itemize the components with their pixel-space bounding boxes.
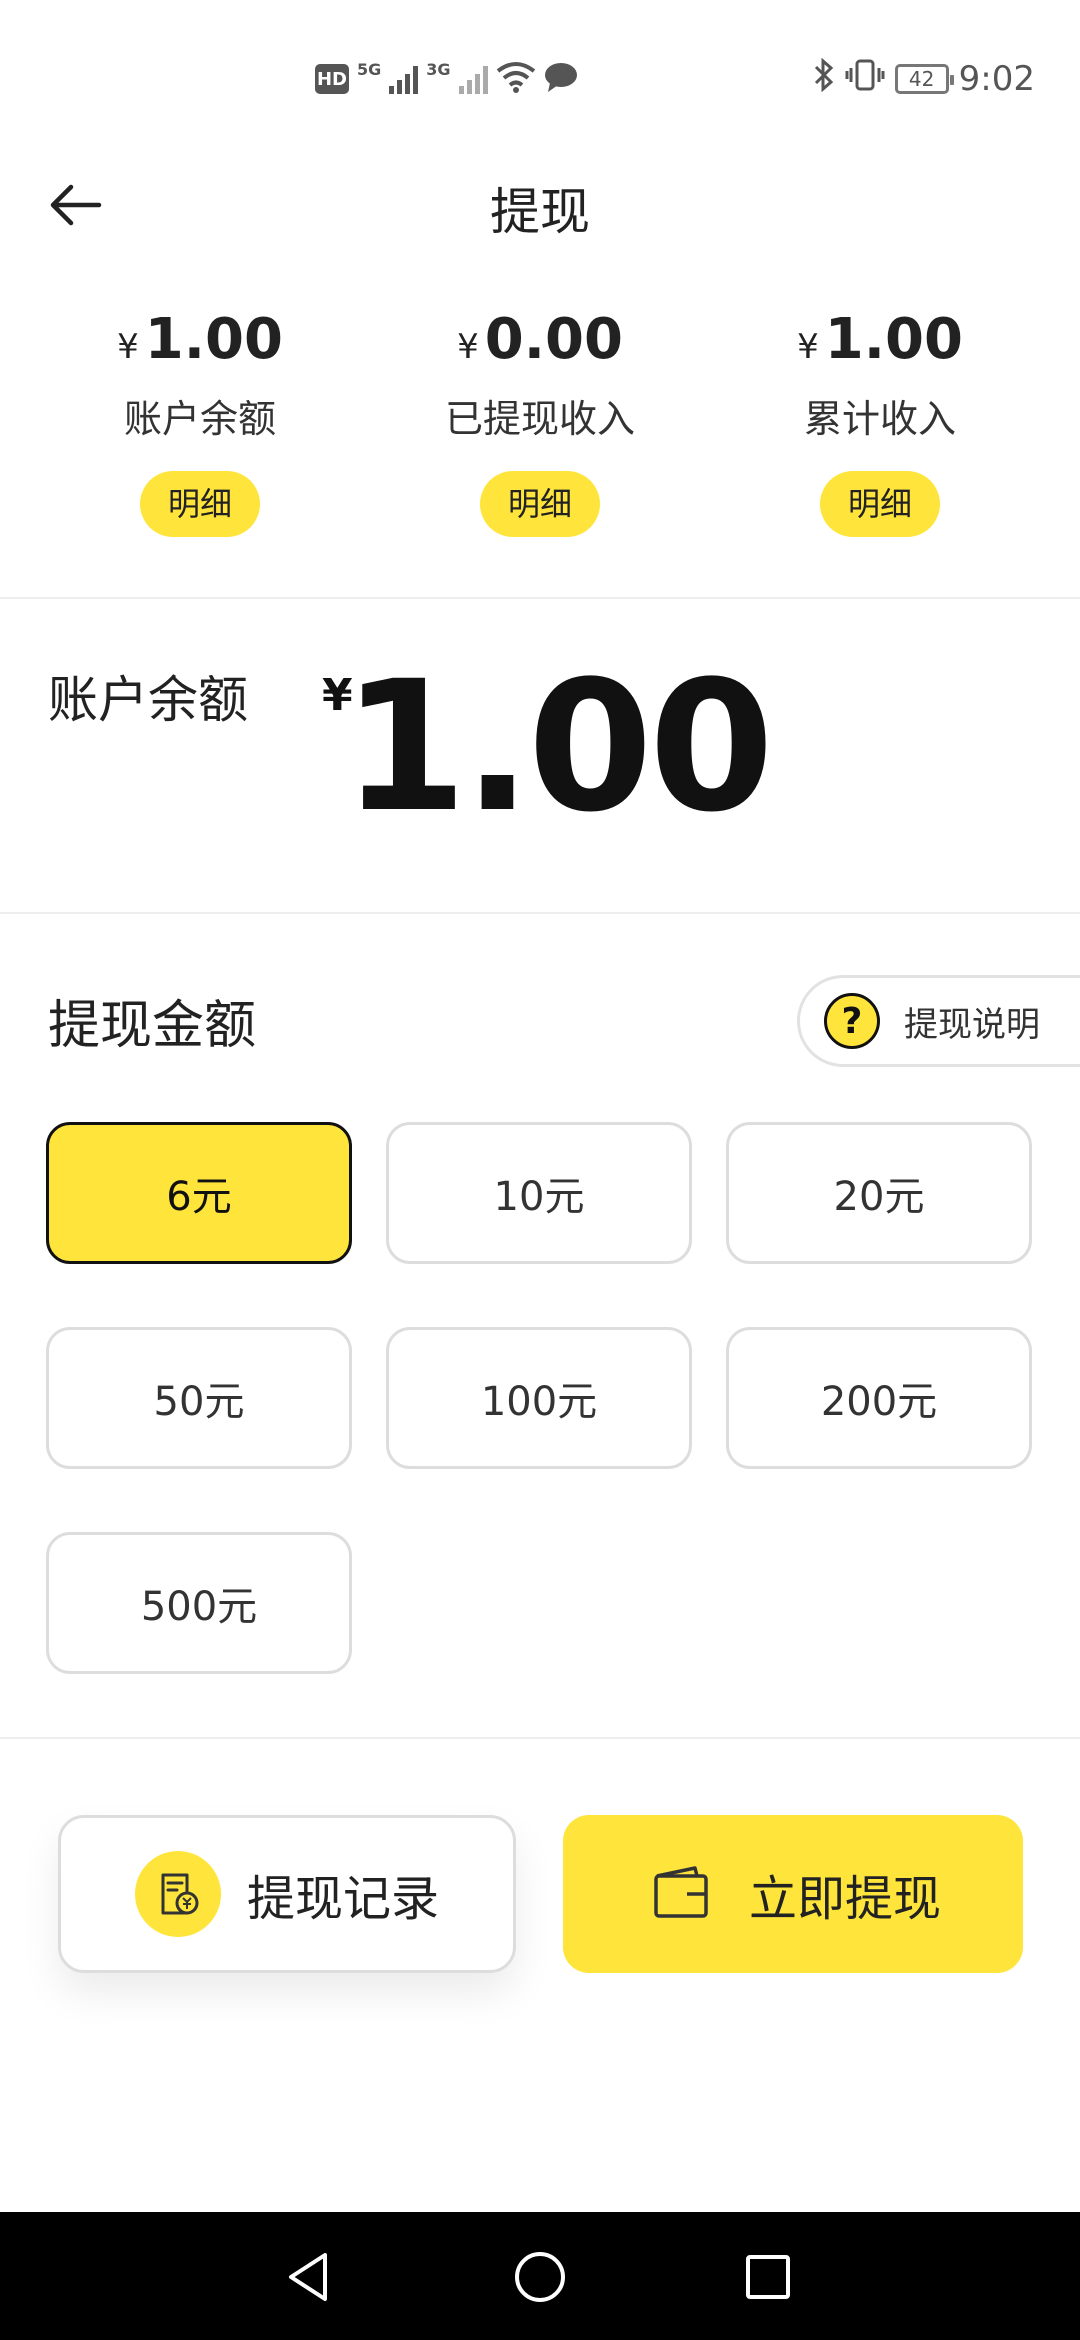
- header: 提现: [0, 150, 1080, 260]
- hd-icon: HD: [315, 64, 349, 94]
- wifi-icon: [496, 61, 536, 97]
- income-stats: ¥1.00 账户余额 明细 ¥0.00 已提现收入 明细 ¥1.00 累计收入 …: [0, 300, 1080, 560]
- stat-amount: ¥1.00: [710, 300, 1050, 387]
- stat-value: 0.00: [484, 307, 623, 372]
- balance-value: 1.00: [342, 643, 774, 852]
- stat-withdrawn-income: ¥0.00 已提现收入 明细: [370, 300, 710, 537]
- system-nav-bar: [0, 2212, 1080, 2340]
- withdraw-explain-button[interactable]: ? 提现说明: [797, 975, 1080, 1067]
- amount-option-20[interactable]: 20元: [726, 1122, 1032, 1264]
- status-icons-left: HD 5G 3G: [315, 55, 578, 103]
- amount-option-500[interactable]: 500元: [46, 1532, 352, 1674]
- signal-bars-secondary-icon: [458, 64, 488, 94]
- withdrawn-detail-button[interactable]: 明细: [480, 471, 600, 537]
- status-icons-right: 42 9:02: [813, 55, 1035, 103]
- signal-bars-icon: [389, 64, 419, 94]
- nav-back-button[interactable]: [273, 2242, 343, 2312]
- stat-total-income: ¥1.00 累计收入 明细: [710, 300, 1050, 537]
- page-title: 提现: [490, 183, 590, 241]
- receipt-yuan-icon: [135, 1851, 221, 1937]
- stat-amount: ¥1.00: [30, 300, 370, 387]
- status-bar: HD 5G 3G 42 9:02: [0, 0, 1080, 150]
- divider: [0, 1737, 1080, 1739]
- withdraw-records-button[interactable]: 提现记录: [58, 1815, 516, 1973]
- signal-5g-label: 5G: [357, 59, 382, 79]
- withdraw-now-button[interactable]: 立即提现: [563, 1815, 1023, 1973]
- stat-label: 账户余额: [123, 397, 276, 441]
- nav-home-button[interactable]: [505, 2242, 575, 2312]
- withdraw-now-label: 立即提现: [749, 1871, 942, 1927]
- amount-option-50[interactable]: 50元: [46, 1327, 352, 1469]
- withdraw-records-label: 提现记录: [247, 1871, 440, 1927]
- divider: [0, 597, 1080, 599]
- withdraw-page: HD 5G 3G 42 9:02 提现 ¥ 1.00 账户余额 明细 ¥ 0.0…: [0, 0, 1080, 2340]
- square-recents-icon: [746, 2255, 790, 2299]
- amount-option-200[interactable]: 200元: [726, 1327, 1032, 1469]
- circle-home-icon: [515, 2252, 565, 2302]
- stat-value: 1.00: [144, 307, 283, 372]
- clock-time: 9:02: [958, 59, 1035, 99]
- vibrate-icon: [845, 58, 885, 101]
- message-icon: [544, 61, 578, 97]
- stat-label: 累计收入: [803, 397, 956, 441]
- amount-option-6[interactable]: 6元: [46, 1122, 352, 1264]
- stat-value: 1.00: [824, 307, 963, 372]
- currency-symbol: ¥: [797, 327, 819, 367]
- withdraw-amount-title: 提现金额: [48, 996, 257, 1056]
- stat-amount: ¥0.00: [370, 300, 710, 387]
- stat-label: 已提现收入: [444, 397, 635, 441]
- withdraw-explain-label: 提现说明: [904, 1004, 1040, 1045]
- currency-symbol: ¥: [117, 327, 139, 367]
- nav-recents-button[interactable]: [733, 2242, 803, 2312]
- wallet-icon: [651, 1864, 711, 1924]
- divider: [0, 912, 1080, 914]
- currency-symbol: ¥: [457, 327, 479, 367]
- amount-option-100[interactable]: 100元: [386, 1327, 692, 1469]
- triangle-back-icon: [289, 2253, 327, 2301]
- bluetooth-icon: [813, 57, 835, 101]
- question-icon: ?: [824, 993, 880, 1049]
- stat-account-balance: ¥1.00 账户余额 明细: [30, 300, 370, 537]
- battery-icon: 42: [894, 64, 954, 94]
- amount-option-10[interactable]: 10元: [386, 1122, 692, 1264]
- total-detail-button[interactable]: 明细: [820, 471, 940, 537]
- signal-3g-label: 3G: [426, 59, 451, 79]
- balance-label: 账户余额: [48, 671, 248, 729]
- balance-detail-button[interactable]: 明细: [140, 471, 260, 537]
